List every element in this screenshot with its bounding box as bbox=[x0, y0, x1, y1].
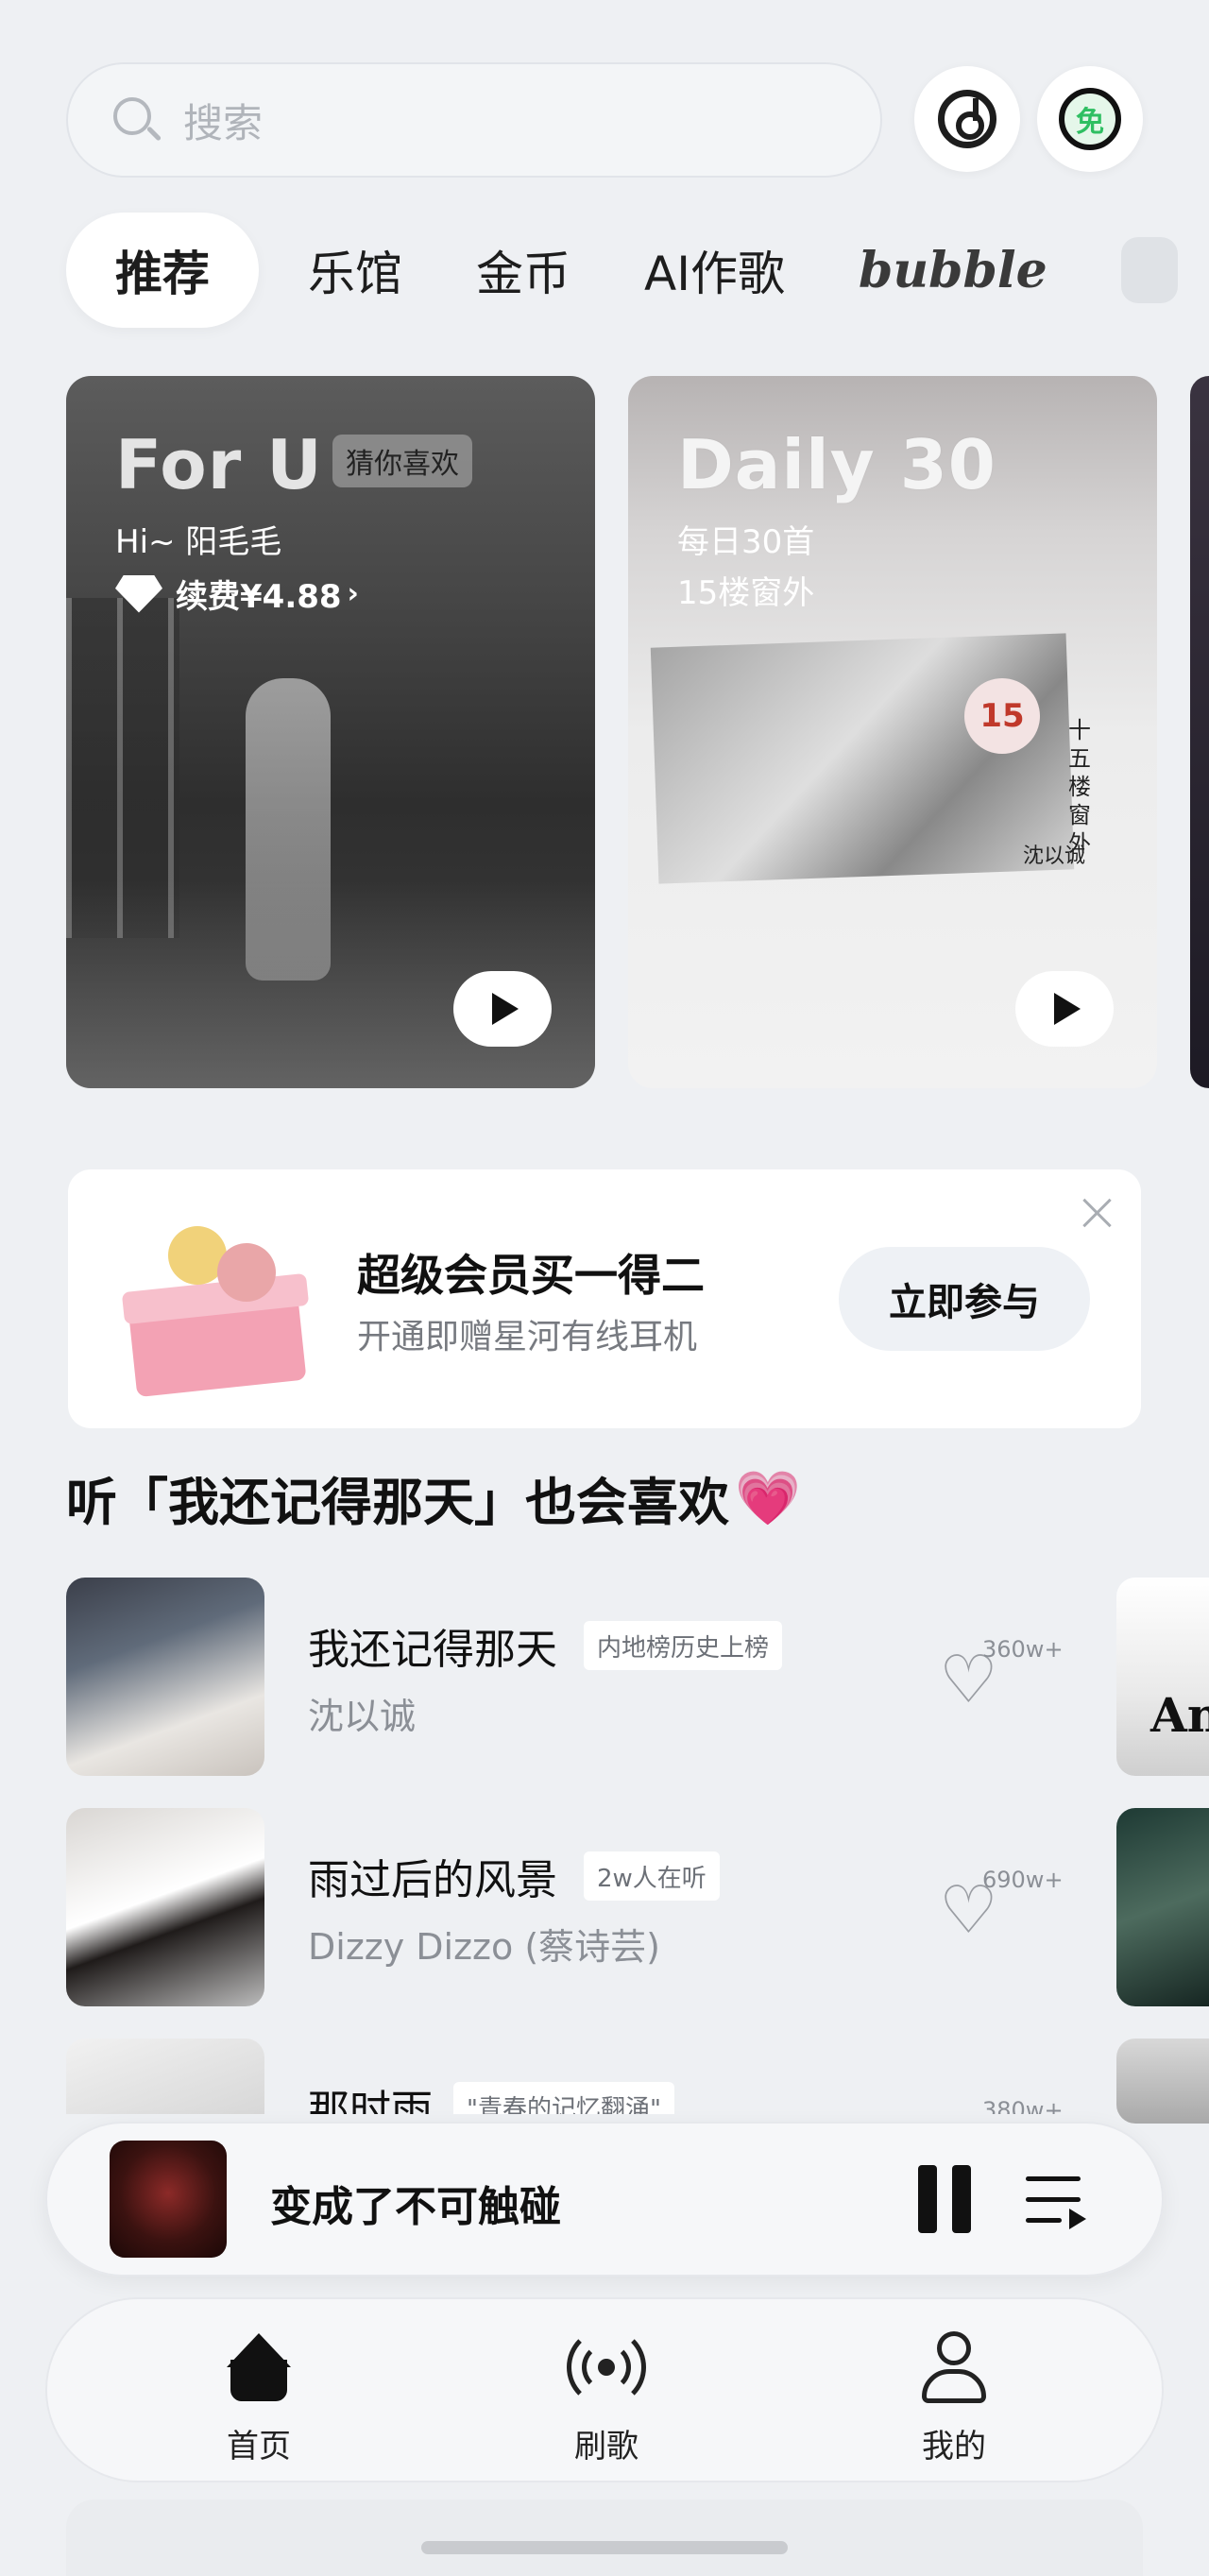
like-count: 690w+ bbox=[982, 1867, 1064, 1893]
radio-icon bbox=[567, 2328, 646, 2407]
close-icon[interactable] bbox=[1077, 1192, 1118, 1234]
daily-line-1: 每日30首 bbox=[677, 523, 815, 561]
side-cover-text: An bbox=[1150, 1687, 1209, 1743]
like-button[interactable]: ♡ 360w+ bbox=[933, 1636, 1064, 1713]
tab-bubble[interactable]: bubble bbox=[859, 242, 1047, 299]
promo-subtitle: 开通即赠星河有线耳机 bbox=[357, 1318, 698, 1356]
for-u-card[interactable]: For U 猜你喜欢 Hi~ 阳毛毛 续费¥4.88 › bbox=[66, 376, 595, 1088]
tab-ai-song[interactable]: AI作歌 bbox=[644, 236, 785, 304]
next-card-peek[interactable] bbox=[1190, 376, 1209, 1088]
nav-home[interactable]: 首页 bbox=[164, 2331, 353, 2466]
song-row[interactable]: 雨过后的风景 2w人在听 Dizzy Dizzo (蔡诗芸) ♡ 690w+ bbox=[66, 1808, 1115, 2006]
song-artist: Dizzy Dizzo (蔡诗芸) bbox=[308, 1926, 660, 1968]
renew-link[interactable]: 续费¥4.88 › bbox=[115, 571, 359, 617]
vip-diamond-icon bbox=[115, 574, 162, 613]
song-title: 那时雨 bbox=[308, 2087, 433, 2114]
song-title: 雨过后的风景 bbox=[308, 1856, 557, 1904]
cover-collage-graphic bbox=[650, 633, 1075, 884]
daily-30-title: Daily 30 bbox=[677, 425, 996, 504]
song-cover bbox=[66, 2039, 264, 2114]
side-song-cover[interactable] bbox=[1116, 2039, 1209, 2124]
like-count: 360w+ bbox=[982, 1636, 1064, 1663]
song-cover bbox=[66, 1578, 264, 1776]
song-row[interactable]: 那时雨 "青春的记忆翻涌" ♡ 380w+ bbox=[66, 2039, 1115, 2114]
like-button[interactable]: ♡ 380w+ bbox=[933, 2097, 1064, 2114]
free-mode-button[interactable]: 免 bbox=[1037, 66, 1143, 172]
play-icon bbox=[492, 993, 519, 1025]
cover-floor-number: 15 bbox=[964, 678, 1040, 754]
nav-label: 我的 bbox=[922, 2428, 986, 2465]
song-cover bbox=[66, 1808, 264, 2006]
tab-music-hall[interactable]: 乐馆 bbox=[308, 236, 402, 304]
section-title: 听「我还记得那天」也会喜欢 💗 bbox=[66, 1467, 801, 1533]
cover-artist-text: 沈以诚 bbox=[1023, 844, 1086, 868]
side-song-cover[interactable] bbox=[1116, 1808, 1209, 2006]
home-indicator[interactable] bbox=[421, 2541, 788, 2554]
song-badge: "青春的记忆翻涌" bbox=[453, 2082, 674, 2114]
like-count: 380w+ bbox=[982, 2097, 1064, 2114]
user-greeting: Hi~ 阳毛毛 bbox=[115, 523, 282, 561]
free-icon: 免 bbox=[1059, 88, 1121, 150]
song-badge: 内地榜历史上榜 bbox=[584, 1621, 783, 1670]
music-disc-icon bbox=[938, 90, 996, 148]
search-icon bbox=[110, 94, 162, 146]
playlist-icon[interactable] bbox=[1026, 2175, 1088, 2229]
play-button[interactable] bbox=[1015, 971, 1114, 1047]
song-artist: 沈以诚 bbox=[308, 1696, 417, 1737]
tab-recommend[interactable]: 推荐 bbox=[66, 213, 259, 328]
promo-title: 超级会员买一得二 bbox=[357, 1250, 705, 1301]
play-icon bbox=[1054, 993, 1081, 1025]
pink-heart-icon: 💗 bbox=[735, 1467, 801, 1529]
play-button[interactable] bbox=[453, 971, 552, 1047]
daily-30-card[interactable]: 15 十五楼窗外 沈以诚 Daily 30 每日30首 15楼窗外 bbox=[628, 376, 1157, 1088]
now-playing-title: 变成了不可触碰 bbox=[270, 2183, 561, 2231]
chevron-right-icon: › bbox=[347, 577, 359, 610]
search-bar[interactable]: 搜索 bbox=[66, 62, 882, 178]
nav-label: 刷歌 bbox=[574, 2428, 639, 2465]
nav-label: 首页 bbox=[227, 2428, 291, 2465]
join-now-button[interactable]: 立即参与 bbox=[839, 1247, 1090, 1351]
now-playing-cover bbox=[110, 2141, 227, 2258]
song-title: 我还记得那天 bbox=[308, 1626, 557, 1674]
for-u-title: For U bbox=[115, 425, 323, 504]
daily-line-2: 15楼窗外 bbox=[677, 574, 815, 612]
tab-more-logo[interactable] bbox=[1120, 237, 1178, 303]
mini-player[interactable]: 变成了不可触碰 bbox=[45, 2122, 1164, 2277]
gift-box-icon bbox=[121, 1211, 312, 1398]
song-badge: 2w人在听 bbox=[584, 1851, 720, 1901]
music-recognition-button[interactable] bbox=[914, 66, 1020, 172]
bottom-navigation: 首页 刷歌 我的 bbox=[45, 2297, 1164, 2482]
category-tabs: 推荐 乐馆 金币 AI作歌 bubble bbox=[66, 213, 1209, 328]
renew-price: 续费¥4.88 bbox=[176, 578, 342, 616]
cover-vertical-text: 十五楼窗外 bbox=[1068, 717, 1091, 857]
home-icon bbox=[221, 2331, 297, 2403]
vip-promo-banner[interactable]: 超级会员买一得二 开通即赠星河有线耳机 立即参与 bbox=[68, 1169, 1141, 1428]
tab-coins[interactable]: 金币 bbox=[476, 236, 570, 304]
user-icon bbox=[916, 2331, 992, 2403]
nav-discover[interactable]: 刷歌 bbox=[512, 2328, 701, 2466]
like-button[interactable]: ♡ 690w+ bbox=[933, 1867, 1064, 1943]
guess-you-like-tag: 猜你喜欢 bbox=[332, 435, 472, 487]
pause-icon[interactable] bbox=[918, 2165, 971, 2233]
side-song-cover[interactable]: An bbox=[1116, 1578, 1209, 1776]
nav-profile[interactable]: 我的 bbox=[860, 2331, 1048, 2466]
search-placeholder: 搜索 bbox=[183, 99, 264, 146]
song-row[interactable]: 我还记得那天 内地榜历史上榜 沈以诚 ♡ 360w+ bbox=[66, 1578, 1115, 1776]
